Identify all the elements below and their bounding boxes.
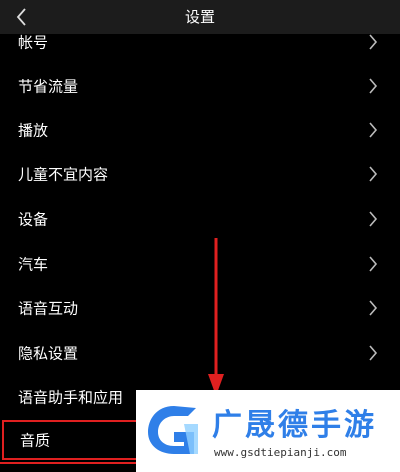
chevron-right-icon: [369, 122, 378, 138]
settings-item-label: 节省流量: [18, 77, 79, 96]
settings-item-explicit-content[interactable]: 儿童不宜内容: [0, 152, 400, 196]
chevron-right-icon: [369, 166, 378, 182]
chevron-right-icon: [369, 345, 378, 361]
brand-logo-icon: [148, 406, 198, 454]
watermark: 广晟德手游 www.gsdtiepianji.com: [136, 390, 400, 472]
settings-item-label: 隐私设置: [18, 344, 79, 363]
settings-item-label: 帐号: [18, 33, 49, 52]
watermark-brand: 广晟德手游: [212, 408, 377, 443]
settings-item-label: 语音互动: [18, 299, 79, 318]
watermark-url: www.gsdtiepianji.com: [214, 446, 347, 459]
chevron-right-icon: [369, 78, 378, 94]
chevron-right-icon: [369, 211, 378, 227]
settings-item-playback[interactable]: 播放: [0, 108, 400, 152]
red-arrow-annotation: [208, 238, 224, 396]
chevron-right-icon: [369, 256, 378, 272]
settings-item-car[interactable]: 汽车: [0, 242, 400, 286]
settings-item-privacy[interactable]: 隐私设置: [0, 331, 400, 375]
page-title: 设置: [184, 8, 215, 26]
settings-item-label: 语音助手和应用: [18, 388, 124, 407]
settings-item-devices[interactable]: 设备: [0, 197, 400, 241]
settings-item-label: 汽车: [18, 255, 49, 274]
chevron-right-icon: [369, 34, 378, 50]
settings-item-label: 设备: [18, 210, 49, 229]
chevron-right-icon: [369, 300, 378, 316]
top-bar: 设置: [0, 0, 400, 34]
settings-item-voice-interaction[interactable]: 语音互动: [0, 286, 400, 330]
settings-item-label: 播放: [18, 121, 49, 140]
settings-item-label: 音质: [20, 431, 51, 450]
settings-item-label: 儿童不宜内容: [18, 165, 109, 184]
settings-item-data-saver[interactable]: 节省流量: [0, 64, 400, 108]
highlight-underline: [0, 462, 136, 464]
